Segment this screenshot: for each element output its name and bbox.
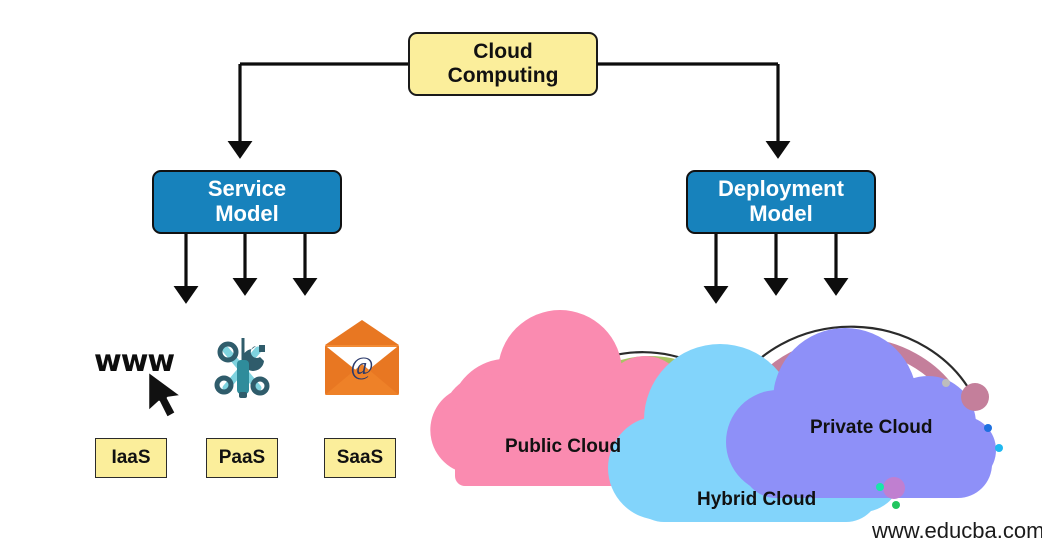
label-private-cloud: Private Cloud [810,417,933,438]
service-icons: @ [146,320,399,420]
label-public-cloud: Public Cloud [505,436,622,457]
tools-icon [214,338,270,398]
www-icon: www [94,344,175,379]
watermark: www.educba.com [872,518,1042,543]
svg-text:@: @ [350,353,373,380]
diagram-canvas: @ Cloud Computing Service Model Deployme… [0,0,1042,546]
email-icon: @ [325,320,399,395]
label-hybrid-cloud: Hybrid Cloud [697,489,817,510]
